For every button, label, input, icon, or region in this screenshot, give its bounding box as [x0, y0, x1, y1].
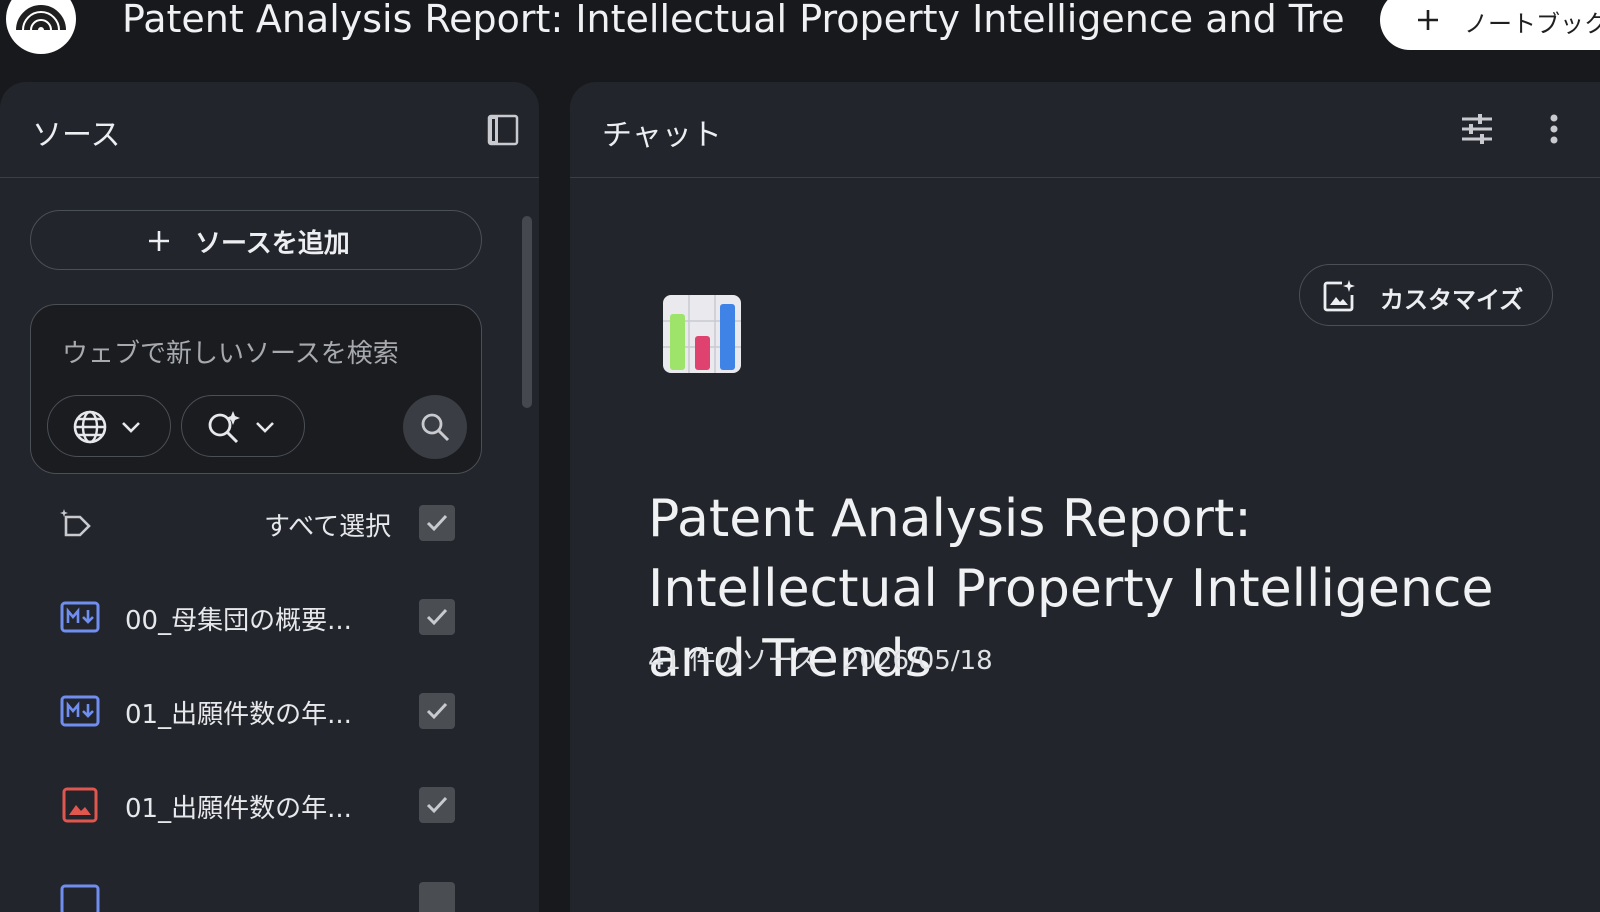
bar-chart-emoji-icon [663, 295, 741, 373]
markdown-file-icon [60, 601, 100, 633]
notebook-meta: 41 件のソース · 2026/05/18 [648, 646, 993, 676]
source-checkbox[interactable] [419, 787, 455, 823]
source-checkbox[interactable] [419, 693, 455, 729]
web-source-search: ウェブで新しいソースを検索 [30, 304, 482, 474]
select-toggle-icon[interactable] [58, 505, 94, 541]
tune-settings-icon[interactable] [1460, 112, 1494, 146]
search-submit-button[interactable] [403, 395, 467, 459]
sources-header: ソース [0, 82, 539, 178]
plus-icon [149, 231, 169, 251]
search-input[interactable]: ウェブで新しいソースを検索 [62, 333, 399, 370]
globe-icon [73, 410, 107, 444]
chat-title: チャット [602, 118, 722, 153]
add-source-button[interactable]: ソースを追加 [30, 210, 482, 270]
chevron-down-icon [122, 422, 140, 433]
chat-panel: チャット カスタマイズ Patent Analysis Report: Inte… [570, 82, 1600, 912]
search-mode-dropdown[interactable] [181, 395, 305, 457]
chevron-down-icon [256, 422, 274, 433]
select-all-label: すべて選択 [264, 512, 392, 542]
markdown-file-icon [60, 695, 100, 727]
source-name: 01_出願件数の年... [125, 794, 352, 824]
add-source-label: ソースを追加 [195, 229, 350, 259]
customize-label: カスタマイズ [1380, 286, 1524, 314]
source-name: 01_出願件数の年... [125, 700, 352, 730]
sources-title: ソース [32, 118, 121, 153]
source-item[interactable]: 01_出願件数の年... [0, 676, 520, 746]
customize-image-icon [1323, 280, 1355, 312]
new-notebook-button[interactable]: ノートブック [1380, 0, 1600, 50]
new-notebook-label: ノートブック [1464, 10, 1600, 38]
collapse-panel-icon[interactable] [486, 113, 520, 147]
source-item[interactable]: 01_出願件数の年... [0, 770, 520, 840]
markdown-file-icon [60, 884, 100, 912]
select-all-row: すべて選択 [0, 488, 520, 558]
top-bar: Patent Analysis Report: Intellectual Pro… [0, 0, 1600, 70]
notebook-title[interactable]: Patent Analysis Report: Intellectual Pro… [122, 0, 1348, 50]
customize-button[interactable]: カスタマイズ [1299, 264, 1553, 326]
check-icon [426, 514, 448, 532]
plus-icon [1418, 10, 1438, 30]
source-name: 00_母集団の概要... [125, 606, 352, 636]
source-item[interactable] [0, 864, 520, 912]
source-checkbox[interactable] [419, 882, 455, 912]
source-item[interactable]: 00_母集団の概要... [0, 582, 520, 652]
image-file-icon [62, 787, 98, 823]
check-icon [426, 796, 448, 814]
check-icon [426, 702, 448, 720]
app-logo-icon[interactable] [6, 0, 76, 54]
chat-header: チャット [570, 82, 1600, 178]
select-all-checkbox[interactable] [419, 505, 455, 541]
source-type-dropdown[interactable] [47, 395, 171, 457]
source-checkbox[interactable] [419, 599, 455, 635]
check-icon [426, 608, 448, 626]
sparkle-search-icon [208, 411, 240, 444]
sources-panel: ソース ソースを追加 ウェブで新しいソースを検索 すべて選択 00_母集団の概要… [0, 82, 539, 912]
search-icon [421, 413, 450, 442]
sources-scrollbar[interactable] [522, 216, 532, 408]
more-options-icon[interactable] [1548, 112, 1560, 146]
